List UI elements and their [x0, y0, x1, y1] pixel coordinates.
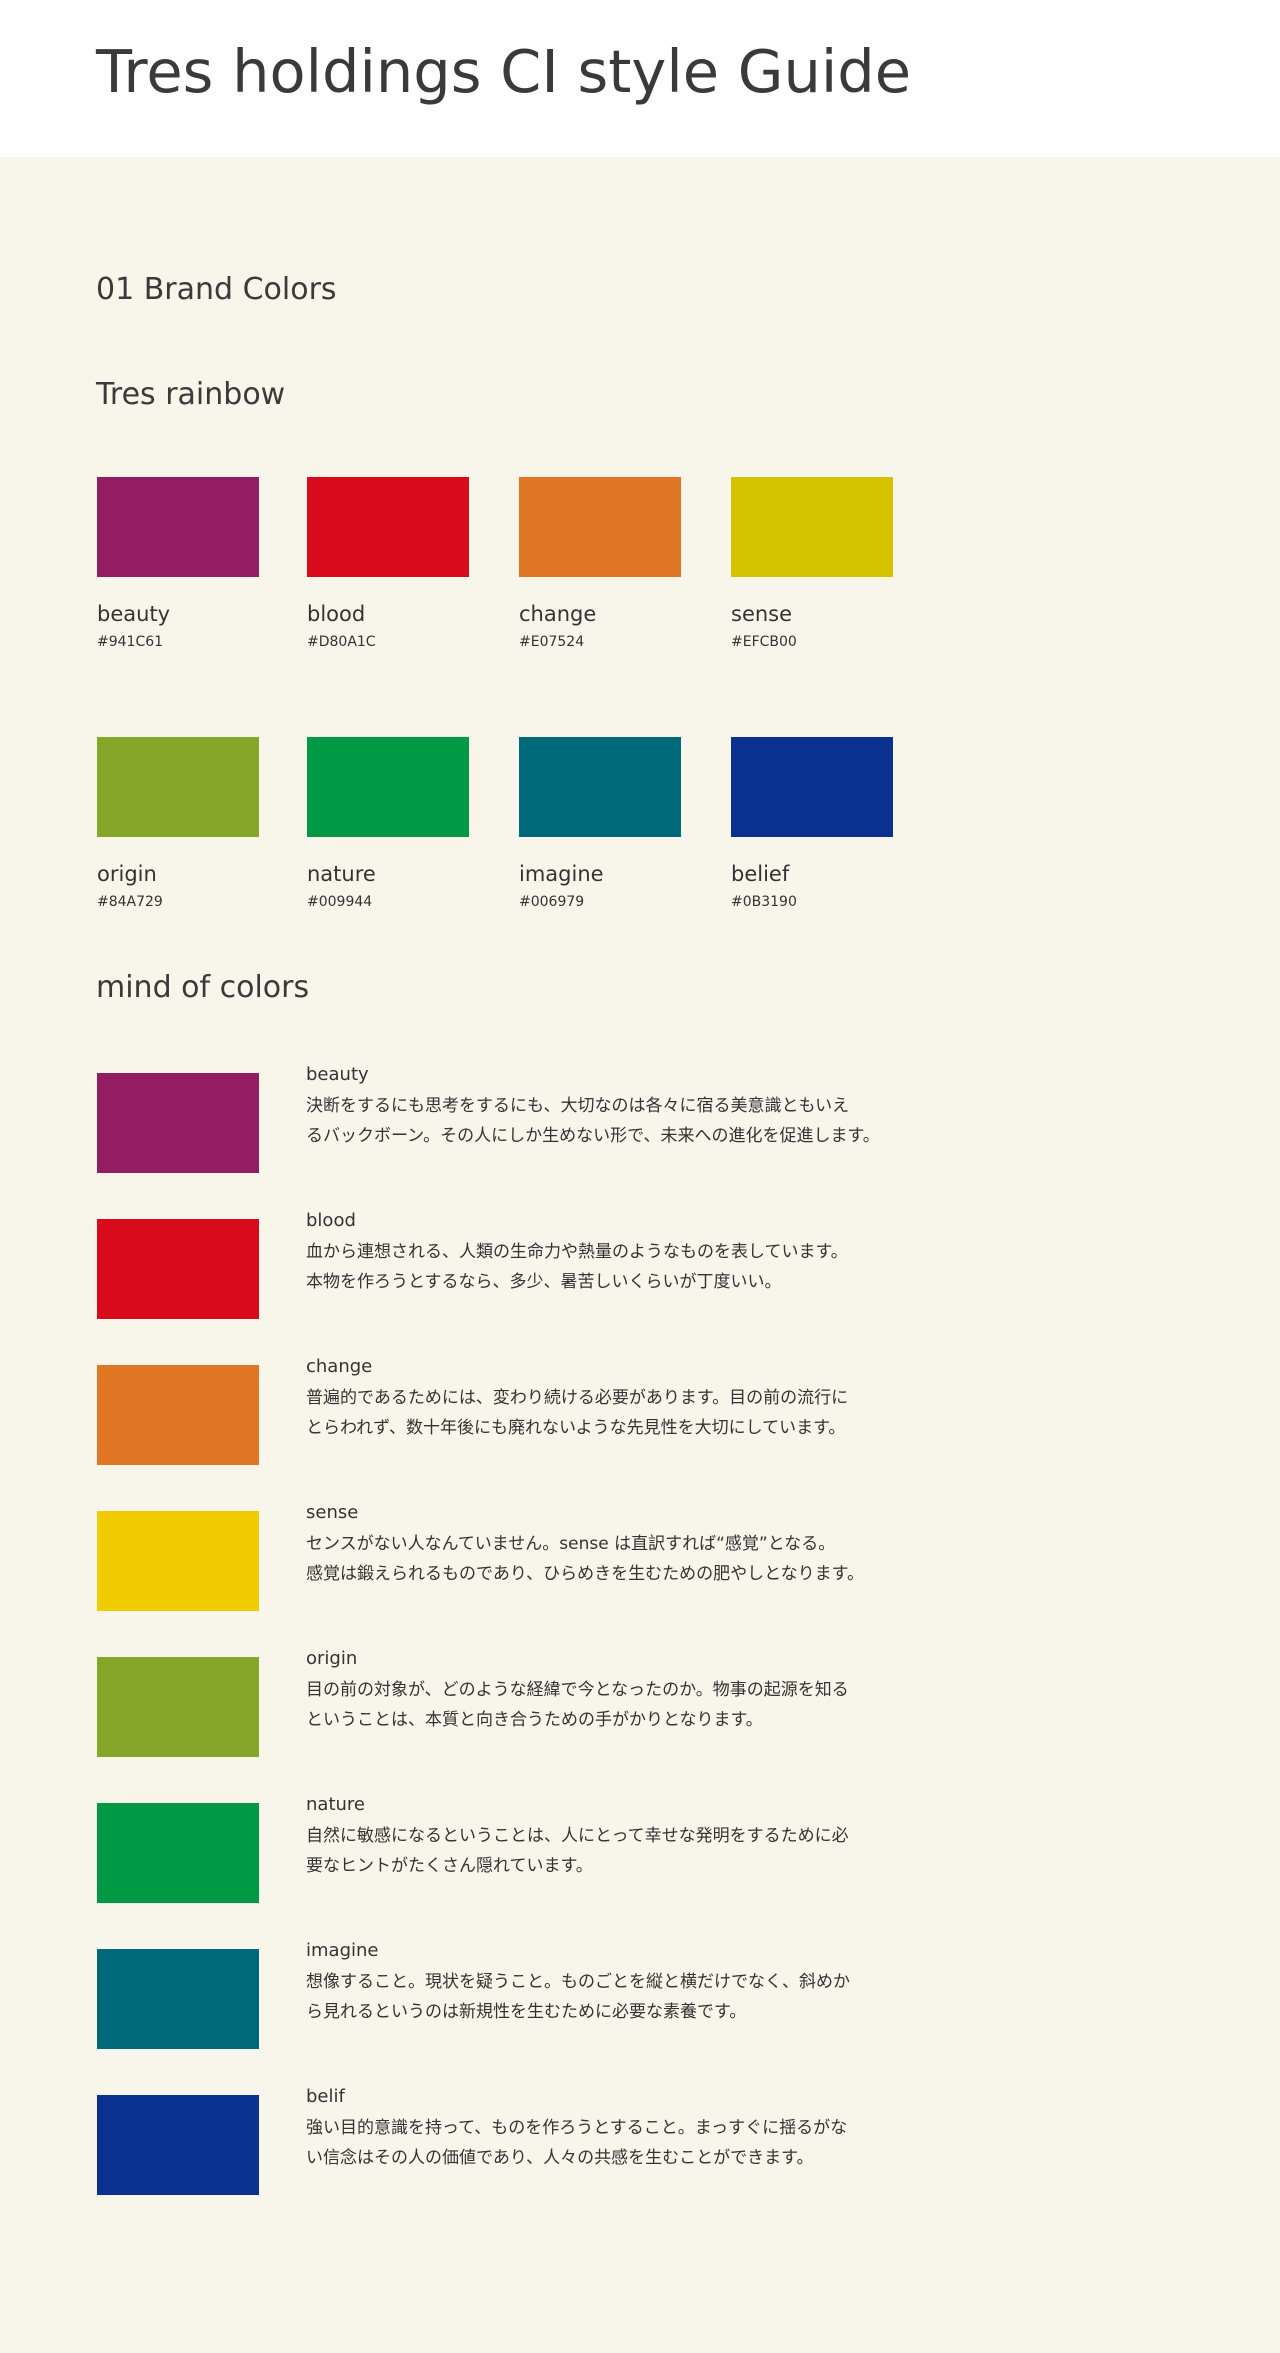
swatch-hex: #E07524	[519, 634, 585, 650]
mind-desc-line: 要なヒントがたくさん隠れています。	[306, 1856, 593, 1876]
swatch-name: beauty	[97, 602, 171, 626]
mind-name: origin	[306, 1648, 358, 1669]
mind-text: origin 目の前の対象が、どのような経緯で今となったのか。物事の起源を知る …	[306, 1647, 946, 1735]
mind-desc-line: ということは、本質と向き合うための手がかりとなります。	[306, 1710, 763, 1730]
color-swatch	[519, 477, 681, 577]
color-swatch	[97, 477, 259, 577]
mind-item-belif: belif 強い目的意識を持って、ものを作ろうとすること。まっすぐに揺るがな い…	[96, 2086, 956, 2197]
mind-desc-line: ら見れるというのは新規性を生むために必要な素養です。	[306, 2002, 747, 2022]
mind-text: sense センスがない人なんていません。sense は直訳すれば“感覚”となる…	[306, 1501, 946, 1589]
mind-name: change	[306, 1356, 373, 1377]
mind-desc-line: 目の前の対象が、どのような経緯で今となったのか。物事の起源を知る	[306, 1680, 849, 1700]
mind-swatch	[97, 1511, 259, 1611]
swatch-hex: #006979	[519, 894, 585, 910]
mind-text: imagine 想像すること。現状を疑うこと。ものごとを縦と横だけでなく、斜めか…	[306, 1939, 946, 2027]
mind-item-imagine: imagine 想像すること。現状を疑うこと。ものごとを縦と横だけでなく、斜めか…	[96, 1940, 956, 2051]
mind-desc-line: とらわれず、数十年後にも廃れないような先見性を大切にしています。	[306, 1418, 846, 1438]
mind-desc-line: 血から連想される、人類の生命力や熱量のようなものを表しています。	[306, 1242, 848, 1262]
mind-text: nature 自然に敏感になるということは、人にとって幸せな発明をするために必 …	[306, 1793, 946, 1881]
mind-name: beauty	[306, 1064, 369, 1085]
swatch-card-nature: nature #009944	[307, 737, 471, 911]
mind-desc-line: 感覚は鍛えられるものであり、ひらめきを生むための肥やしとなります。	[306, 1564, 864, 1584]
mind-description: 決断をするにも思考をするにも、大切なのは各々に宿る美意識ともいえ るバックボーン…	[306, 1091, 946, 1151]
swatch-card-change: change #E07524	[519, 477, 683, 651]
mind-description: 自然に敏感になるということは、人にとって幸せな発明をするために必 要なヒントがた…	[306, 1821, 946, 1881]
swatch-name: sense	[731, 602, 793, 626]
mind-swatch	[97, 1657, 259, 1757]
mind-item-change: change 普遍的であるためには、変わり続ける必要があります。目の前の流行に …	[96, 1356, 956, 1467]
mind-text: blood 血から連想される、人類の生命力や熱量のようなものを表しています。 本…	[306, 1209, 946, 1297]
swatch-card-origin: origin #84A729	[97, 737, 261, 911]
swatch-name: blood	[307, 602, 366, 626]
swatch-hex: #009944	[307, 894, 373, 910]
mind-title: mind of colors	[96, 970, 310, 1005]
color-swatch	[307, 737, 469, 837]
mind-desc-line: センスがない人なんていません。sense は直訳すれば“感覚”となる。	[306, 1534, 836, 1554]
mind-item-sense: sense センスがない人なんていません。sense は直訳すれば“感覚”となる…	[96, 1502, 956, 1613]
mind-item-beauty: beauty 決断をするにも思考をするにも、大切なのは各々に宿る美意識ともいえ …	[96, 1064, 956, 1175]
swatch-card-blood: blood #D80A1C	[307, 477, 471, 651]
swatch-name: change	[519, 602, 597, 626]
mind-item-origin: origin 目の前の対象が、どのような経緯で今となったのか。物事の起源を知る …	[96, 1648, 956, 1759]
mind-desc-line: 本物を作ろうとするなら、多少、暑苦しいくらいが丁度いい。	[306, 1272, 782, 1292]
mind-desc-line: 自然に敏感になるということは、人にとって幸せな発明をするために必	[306, 1826, 849, 1846]
mind-text: belif 強い目的意識を持って、ものを作ろうとすること。まっすぐに揺るがな い…	[306, 2085, 946, 2173]
mind-swatch	[97, 1365, 259, 1465]
swatch-hex: #0B3190	[731, 894, 797, 910]
swatch-hex: #84A729	[97, 894, 163, 910]
swatch-name: imagine	[519, 862, 604, 886]
swatch-card-imagine: imagine #006979	[519, 737, 683, 911]
mind-name: imagine	[306, 1940, 379, 1961]
mind-text: beauty 決断をするにも思考をするにも、大切なのは各々に宿る美意識ともいえ …	[306, 1063, 946, 1151]
section-title: 01 Brand Colors	[96, 272, 337, 307]
swatch-card-beauty: beauty #941C61	[97, 477, 261, 651]
mind-description: 強い目的意識を持って、ものを作ろうとすること。まっすぐに揺るがな い信念はその人…	[306, 2113, 946, 2173]
mind-desc-line: い信念はその人の価値であり、人々の共感を生むことができます。	[306, 2148, 814, 2168]
color-swatch	[97, 737, 259, 837]
swatch-hex: #D80A1C	[307, 634, 376, 650]
mind-name: belif	[306, 2086, 345, 2107]
rainbow-title: Tres rainbow	[96, 377, 286, 412]
mind-name: sense	[306, 1502, 359, 1523]
color-swatch	[731, 477, 893, 577]
swatch-card-belief: belief #0B3190	[731, 737, 895, 911]
swatch-name: nature	[307, 862, 376, 886]
color-swatch	[307, 477, 469, 577]
swatch-hex: #941C61	[97, 634, 164, 650]
mind-description: センスがない人なんていません。sense は直訳すれば“感覚”となる。 感覚は鍛…	[306, 1529, 946, 1589]
mind-desc-line: るバックボーン。その人にしか生めない形で、未来への進化を促進します。	[306, 1126, 880, 1146]
mind-text: change 普遍的であるためには、変わり続ける必要があります。目の前の流行に …	[306, 1355, 946, 1443]
swatch-name: origin	[97, 862, 157, 886]
mind-swatch	[97, 1219, 259, 1319]
mind-swatch	[97, 1073, 259, 1173]
page-title: Tres holdings CI style Guide	[96, 37, 912, 106]
mind-description: 想像すること。現状を疑うこと。ものごとを縦と横だけでなく、斜めか ら見れるという…	[306, 1967, 946, 2027]
mind-item-nature: nature 自然に敏感になるということは、人にとって幸せな発明をするために必 …	[96, 1794, 956, 1905]
color-swatch	[731, 737, 893, 837]
mind-desc-line: 普遍的であるためには、変わり続ける必要があります。目の前の流行に	[306, 1388, 849, 1408]
mind-swatch	[97, 2095, 259, 2195]
mind-swatch	[97, 1949, 259, 2049]
mind-description: 普遍的であるためには、変わり続ける必要があります。目の前の流行に とらわれず、数…	[306, 1383, 946, 1443]
page-header: Tres holdings CI style Guide	[0, 0, 1280, 157]
mind-name: nature	[306, 1794, 365, 1815]
swatch-card-sense: sense #EFCB00	[731, 477, 895, 651]
mind-item-blood: blood 血から連想される、人類の生命力や熱量のようなものを表しています。 本…	[96, 1210, 956, 1321]
swatch-name: belief	[731, 862, 790, 886]
mind-desc-line: 決断をするにも思考をするにも、大切なのは各々に宿る美意識ともいえ	[306, 1096, 850, 1116]
mind-description: 血から連想される、人類の生命力や熱量のようなものを表しています。 本物を作ろうと…	[306, 1237, 946, 1297]
mind-name: blood	[306, 1210, 356, 1231]
mind-desc-line: 想像すること。現状を疑うこと。ものごとを縦と横だけでなく、斜めか	[306, 1972, 850, 1992]
color-swatch	[519, 737, 681, 837]
swatch-hex: #EFCB00	[731, 634, 797, 650]
mind-desc-line: 強い目的意識を持って、ものを作ろうとすること。まっすぐに揺るがな	[306, 2118, 848, 2138]
mind-swatch	[97, 1803, 259, 1903]
mind-description: 目の前の対象が、どのような経緯で今となったのか。物事の起源を知る ということは、…	[306, 1675, 946, 1735]
